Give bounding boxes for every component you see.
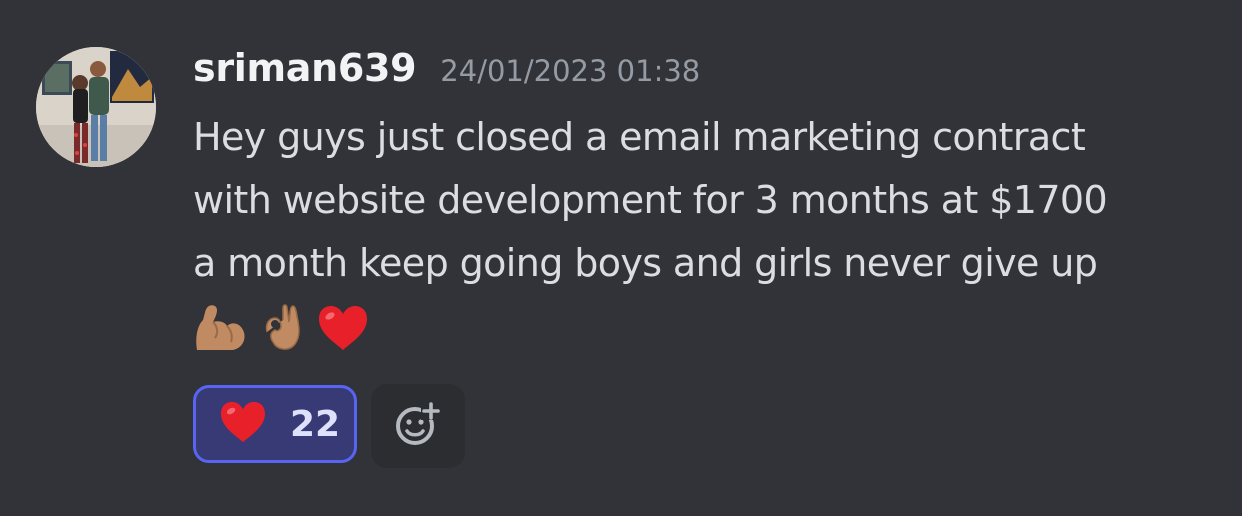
ok-hand-emoji bbox=[259, 302, 305, 358]
message-emojis bbox=[193, 302, 369, 358]
reactions-bar: 22 bbox=[193, 384, 465, 468]
message-line: with website development for 3 months at… bbox=[193, 178, 1108, 222]
avatar-photo bbox=[36, 47, 156, 167]
chat-message: sriman639 24/01/2023 01:38 Hey guys just… bbox=[0, 0, 1242, 516]
reaction-count: 22 bbox=[290, 403, 341, 445]
message-line: Hey guys just closed a email marketing c… bbox=[193, 115, 1086, 159]
red-heart-emoji bbox=[317, 304, 369, 356]
add-reaction-smiley-icon bbox=[395, 402, 441, 450]
heart-reaction-button[interactable]: 22 bbox=[193, 385, 357, 463]
message-content: Hey guys just closed a email marketing c… bbox=[193, 106, 1213, 295]
add-reaction-button[interactable] bbox=[371, 384, 465, 468]
message-header: sriman639 24/01/2023 01:38 bbox=[193, 46, 700, 100]
user-avatar[interactable] bbox=[36, 47, 156, 167]
message-timestamp: 24/01/2023 01:38 bbox=[440, 54, 701, 88]
red-heart-icon bbox=[218, 400, 268, 448]
username[interactable]: sriman639 bbox=[193, 46, 417, 90]
message-line: a month keep going boys and girls never … bbox=[193, 241, 1098, 285]
flexed-biceps-emoji bbox=[193, 302, 247, 358]
